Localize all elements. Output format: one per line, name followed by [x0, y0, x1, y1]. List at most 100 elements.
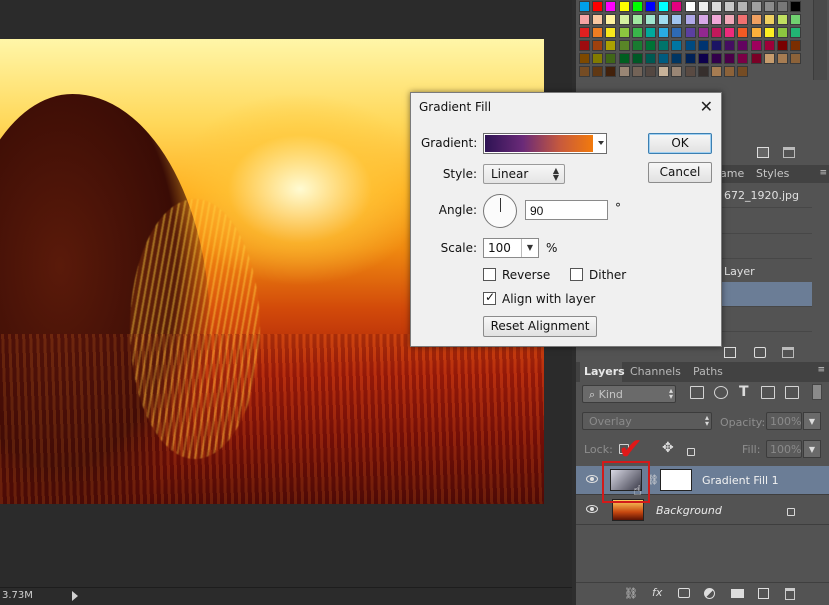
camera-icon[interactable]	[754, 347, 766, 358]
color-swatch[interactable]	[711, 66, 722, 77]
history-item-selected[interactable]	[722, 282, 812, 307]
opacity-dropdown-arrow-icon[interactable]: ▼	[803, 412, 821, 430]
color-swatch[interactable]	[645, 40, 656, 51]
color-swatch[interactable]	[592, 66, 604, 77]
color-swatch[interactable]	[724, 14, 736, 25]
panel-menu-icon[interactable]: ≡	[819, 168, 827, 178]
filter-type-icon[interactable]: T	[739, 384, 749, 400]
color-swatch[interactable]	[618, 1, 630, 12]
dither-label[interactable]: Dither	[589, 268, 626, 282]
color-swatch[interactable]	[684, 14, 696, 25]
color-swatch[interactable]	[697, 27, 709, 38]
color-swatch[interactable]	[592, 27, 604, 38]
filter-adjustment-icon[interactable]	[714, 386, 728, 399]
color-swatch[interactable]	[697, 53, 709, 64]
color-swatch[interactable]	[631, 27, 643, 38]
color-swatch[interactable]	[750, 14, 762, 25]
color-swatch[interactable]	[711, 14, 722, 25]
color-swatch[interactable]	[737, 27, 749, 38]
history-item-empty[interactable]	[722, 307, 812, 332]
visibility-eye-icon[interactable]	[586, 505, 598, 513]
color-swatch[interactable]	[711, 1, 722, 12]
dither-checkbox[interactable]	[570, 268, 583, 281]
color-swatch[interactable]	[631, 14, 643, 25]
fx-icon[interactable]: fx	[652, 586, 662, 599]
filter-kind-dropdown[interactable]: ⌕ Kind ▴ ▾	[582, 385, 676, 403]
swatches-scrollbar[interactable]	[813, 0, 827, 80]
status-menu-arrow-icon[interactable]	[72, 591, 78, 601]
visibility-eye-icon[interactable]	[586, 475, 598, 483]
history-item-file[interactable]: 672_1920.jpg	[722, 183, 812, 208]
align-with-layer-checkbox[interactable]	[483, 290, 496, 305]
chevron-down-icon[interactable]	[598, 141, 604, 145]
color-swatch[interactable]	[631, 40, 643, 51]
cancel-button[interactable]: Cancel	[648, 162, 712, 183]
new-layer-icon[interactable]	[758, 588, 769, 599]
color-swatch[interactable]	[671, 40, 683, 51]
color-swatch[interactable]	[777, 53, 788, 64]
lock-all-icon[interactable]	[687, 448, 695, 456]
align-with-layer-label[interactable]: Align with layer	[502, 292, 595, 306]
reverse-label[interactable]: Reverse	[502, 268, 550, 282]
color-swatch[interactable]	[645, 66, 656, 77]
ok-button[interactable]: OK	[648, 133, 712, 154]
color-swatch[interactable]	[697, 1, 709, 12]
link-layers-icon[interactable]: ⛓	[624, 587, 638, 600]
color-swatch[interactable]	[671, 14, 683, 25]
color-swatch[interactable]	[777, 1, 788, 12]
color-swatch[interactable]	[684, 53, 696, 64]
color-swatch[interactable]	[658, 40, 670, 51]
color-swatch[interactable]	[763, 27, 775, 38]
color-swatch[interactable]	[645, 53, 656, 64]
trash-icon[interactable]	[783, 147, 795, 158]
color-swatch[interactable]	[697, 40, 709, 51]
history-item-empty[interactable]	[722, 209, 812, 234]
color-swatch[interactable]	[790, 40, 802, 51]
tab-paths[interactable]: Paths	[693, 365, 723, 378]
color-swatch[interactable]	[645, 27, 656, 38]
color-swatch[interactable]	[790, 27, 802, 38]
tab-channels[interactable]: Channels	[630, 365, 681, 378]
new-swatch-icon[interactable]	[757, 147, 769, 158]
color-swatch[interactable]	[737, 1, 749, 12]
lock-position-icon[interactable]: ✥	[662, 440, 674, 456]
trash-icon[interactable]	[782, 347, 794, 358]
tab-styles[interactable]: Styles	[756, 167, 789, 180]
color-swatch[interactable]	[777, 40, 788, 51]
color-swatch[interactable]	[592, 14, 604, 25]
color-swatch[interactable]	[658, 66, 670, 77]
color-swatch[interactable]	[605, 53, 617, 64]
color-swatch[interactable]	[684, 1, 696, 12]
color-swatch[interactable]	[618, 27, 630, 38]
color-swatch[interactable]	[671, 66, 683, 77]
color-swatch[interactable]	[658, 53, 670, 64]
color-swatch[interactable]	[605, 14, 617, 25]
color-swatch[interactable]	[605, 66, 617, 77]
color-swatch[interactable]	[790, 1, 802, 12]
color-swatch[interactable]	[618, 40, 630, 51]
history-item-empty[interactable]	[722, 234, 812, 259]
color-swatch[interactable]	[750, 53, 762, 64]
color-swatch[interactable]	[605, 40, 617, 51]
filter-pixel-icon[interactable]	[690, 386, 704, 399]
close-icon[interactable]: ✕	[700, 97, 713, 116]
layer-name[interactable]: Gradient Fill 1	[702, 474, 779, 487]
color-swatch[interactable]	[645, 1, 656, 12]
color-swatch[interactable]	[658, 27, 670, 38]
panel-menu-icon[interactable]: ≡	[817, 365, 825, 375]
color-swatch[interactable]	[592, 53, 604, 64]
color-swatch[interactable]	[592, 40, 604, 51]
layer-name[interactable]: Background	[656, 504, 722, 517]
color-swatch[interactable]	[737, 66, 749, 77]
color-swatch[interactable]	[618, 14, 630, 25]
color-swatch[interactable]	[684, 27, 696, 38]
color-swatch[interactable]	[631, 66, 643, 77]
color-swatch[interactable]	[711, 27, 722, 38]
new-document-from-state-icon[interactable]	[724, 347, 736, 358]
add-mask-icon[interactable]	[678, 588, 690, 598]
fill-dropdown-arrow-icon[interactable]: ▼	[803, 440, 821, 458]
style-select[interactable]: Linear ▲ ▼	[483, 164, 565, 184]
tab-history[interactable]: ame	[720, 167, 744, 180]
color-swatch[interactable]	[579, 40, 590, 51]
color-swatch[interactable]	[605, 1, 617, 12]
